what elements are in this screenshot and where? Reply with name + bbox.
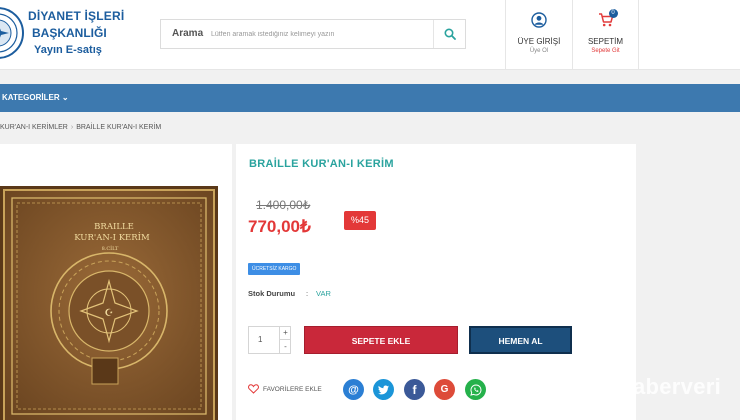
current-price: 770,00₺ [248,217,311,236]
cart-icon: 0 [598,9,618,28]
product-image-panel: ☪ BRAILLE KUR'AN-I KERİM 8.CİLT [0,144,232,420]
product-info-panel: BRAİLLE KUR'AN-I KERİM 1.400,00₺ 770,00₺… [236,144,636,420]
whatsapp-icon [469,383,481,396]
user-login-label: ÜYE GİRİŞİ [517,37,561,46]
cart-label: SEPETİM [587,37,624,46]
header-divider [638,0,639,70]
add-to-cart-button[interactable]: SEPETE EKLE [304,326,458,354]
share-whatsapp-button[interactable] [465,379,486,400]
logo-title-line1[interactable]: DİYANET İŞLERİ [28,9,124,23]
search-input[interactable] [211,24,431,44]
old-price: 1.400,00₺ [256,198,311,212]
breadcrumb-item[interactable]: KUR'AN-I KERİMLER [0,124,68,131]
diyanet-emblem-icon[interactable] [0,4,24,62]
search-label: Arama [172,28,204,39]
stock-label: Stok Durumu [248,289,296,298]
google-icon: G [440,384,449,395]
cart-link[interactable]: 0 SEPETİM Sepete Git [573,9,638,54]
product-image[interactable]: ☪ BRAILLE KUR'AN-I KERİM 8.CİLT [0,186,218,420]
share-google-button[interactable]: G [434,379,455,400]
user-icon [531,12,547,28]
quantity-decrease-button[interactable]: - [279,340,291,354]
book-cover-title-line2: KUR'AN-I KERİM [74,231,150,243]
stock-value: VAR [316,289,331,298]
quantity-input[interactable]: 1 [258,335,262,344]
search-button[interactable] [433,20,465,48]
cart-count-badge: 0 [608,9,618,18]
logo-subtitle[interactable]: Yayın E-satış [34,44,102,56]
product-title: BRAİLLE KUR'AN-I KERİM [249,158,394,170]
stock-colon: : [306,289,309,298]
share-twitter-button[interactable] [373,379,394,400]
register-link[interactable]: Üye Ol [506,48,572,54]
share-facebook-button[interactable]: f [404,379,425,400]
go-to-cart-link[interactable]: Sepete Git [573,48,638,54]
breadcrumb-separator: › [70,124,74,131]
search-icon [443,28,456,40]
book-cover-title-line1: BRAILLE [94,222,134,232]
heart-icon[interactable] [248,384,259,394]
discount-badge: %45 [344,211,376,230]
watermark: aberveri [633,374,722,399]
quantity-increase-button[interactable]: + [279,327,291,340]
categories-menu[interactable]: KATEGORİLER ⌄ [2,93,69,102]
svg-text:☪: ☪ [105,308,114,319]
mail-icon: @ [348,383,359,396]
main-nav-bar: KATEGORİLER ⌄ [0,84,740,112]
twitter-icon [378,384,389,394]
buy-now-button[interactable]: HEMEN AL [469,326,572,354]
search-box: Arama [160,19,466,49]
logo-title-line2[interactable]: BAŞKANLIĞI [32,26,107,40]
site-header: DİYANET İŞLERİ BAŞKANLIĞI Yayın E-satış … [0,0,740,70]
add-to-favorites-link[interactable]: FAVORİLERE EKLE [263,386,322,393]
breadcrumb-item-current: BRAİLLE KUR'AN-I KERİM [76,124,162,131]
breadcrumb: KUR'AN-I KERİMLER › BRAİLLE KUR'AN-I KERİM [0,124,161,131]
facebook-icon: f [412,382,417,397]
book-cover-volume: 8.CİLT [102,245,119,252]
free-shipping-badge: ÜCRETSİZ KARGO [248,263,301,275]
user-login-link[interactable]: ÜYE GİRİŞİ Üye Ol [506,12,572,54]
quantity-stepper: 1 + - [248,326,291,354]
share-mail-button[interactable]: @ [343,379,364,400]
